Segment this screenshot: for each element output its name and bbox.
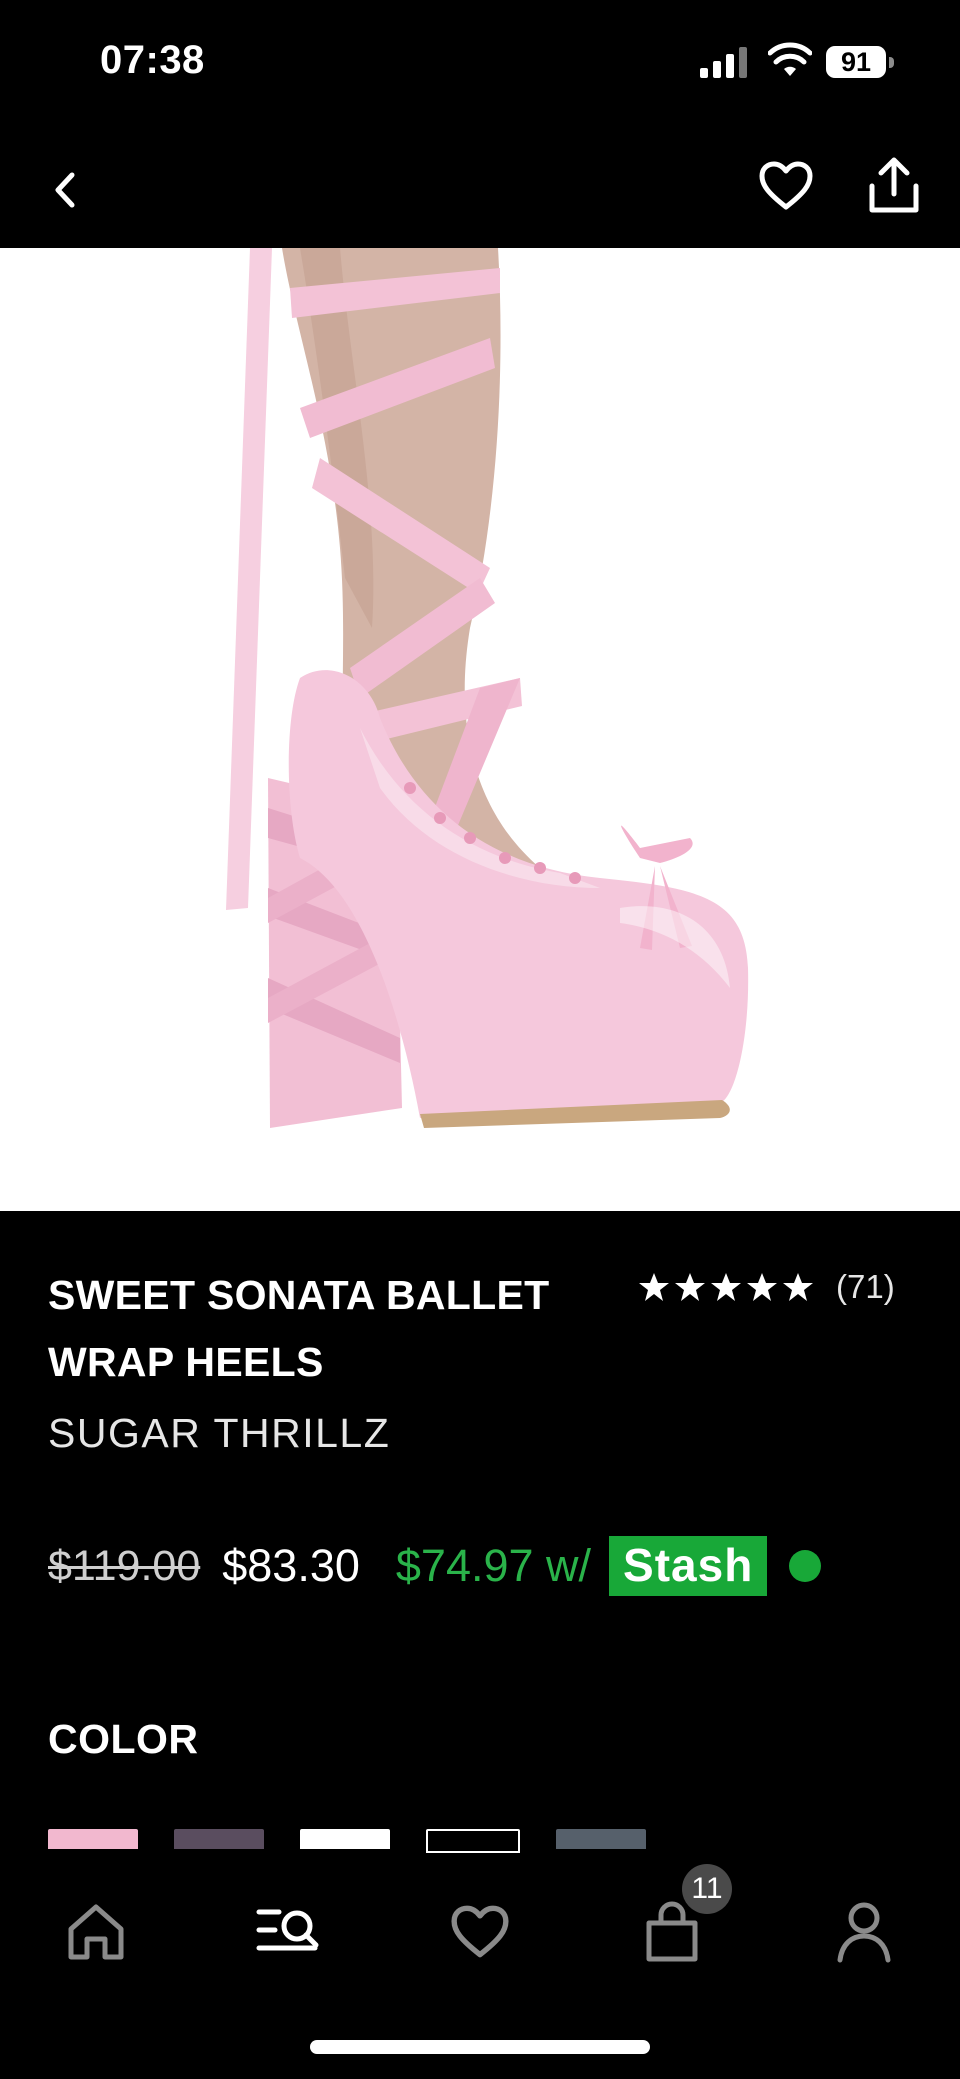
original-price: $119.00 — [48, 1541, 201, 1590]
product-title: SWEET SONATA BALLET WRAP HEELS — [48, 1272, 550, 1385]
product-image-carousel[interactable] — [0, 248, 960, 1211]
top-nav — [0, 130, 960, 248]
star-icon — [675, 1273, 705, 1301]
home-icon — [68, 1904, 124, 1960]
star-icon — [711, 1273, 741, 1301]
tab-home[interactable] — [58, 1894, 134, 1970]
tab-wishlist[interactable] — [442, 1894, 518, 1970]
color-swatch[interactable] — [556, 1829, 646, 1849]
stash-price: $74.97 w/ — [395, 1540, 592, 1591]
stash-badge[interactable]: Stash — [609, 1536, 768, 1596]
status-time: 07:38 — [100, 38, 205, 82]
back-chevron-icon — [55, 172, 75, 208]
sale-price: $83.30 — [222, 1540, 360, 1591]
star-icon — [783, 1273, 813, 1301]
star-icon — [747, 1273, 777, 1301]
rating-stars — [638, 1271, 814, 1303]
account-icon — [837, 1902, 891, 1963]
color-heading: COLOR — [48, 1716, 199, 1762]
wishlist-icon — [451, 1905, 509, 1958]
review-count[interactable]: (71) — [836, 1268, 895, 1306]
home-indicator[interactable] — [310, 2040, 650, 2054]
brand-name[interactable]: SUGAR THRILLZ — [48, 1410, 390, 1457]
signal-icon — [700, 47, 747, 78]
share-icon — [869, 157, 919, 213]
color-swatch[interactable] — [174, 1829, 264, 1849]
heart-outline-icon — [759, 161, 813, 210]
tab-search[interactable] — [250, 1894, 326, 1970]
rating[interactable]: (71) — [638, 1268, 895, 1306]
share-button[interactable] — [862, 152, 926, 220]
cart-icon — [646, 1901, 698, 1962]
back-button[interactable] — [40, 160, 90, 220]
price-row: $119.00 $83.30 $74.97 w/ Stash — [48, 1536, 960, 1596]
favorite-button[interactable] — [754, 154, 818, 218]
color-swatches — [48, 1829, 646, 1853]
color-swatch[interactable] — [48, 1829, 138, 1849]
color-swatch[interactable] — [426, 1829, 520, 1853]
tab-account[interactable] — [826, 1894, 902, 1970]
stash-info-icon[interactable] — [789, 1550, 822, 1582]
cart-count-badge: 11 — [682, 1864, 732, 1914]
star-icon — [639, 1273, 669, 1301]
search-menu-icon — [256, 1909, 319, 1951]
battery-level: 91 — [840, 46, 872, 77]
color-swatch[interactable] — [300, 1829, 390, 1849]
wifi-icon — [768, 42, 812, 76]
product-photo — [226, 248, 749, 1128]
battery-icon: 91 — [826, 46, 896, 80]
status-bar: 07:38 91 — [0, 0, 960, 130]
